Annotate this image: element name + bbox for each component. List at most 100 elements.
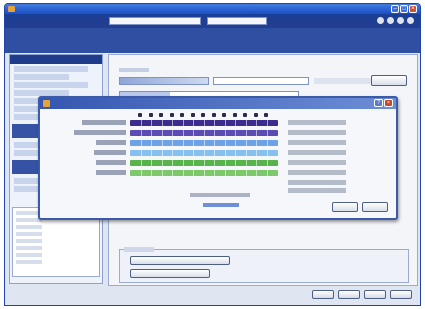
row-status [288, 130, 346, 135]
navbar-title [17, 18, 87, 24]
section-button-1[interactable] [130, 256, 230, 265]
bar-segment-divider [161, 140, 163, 146]
row-status [288, 140, 346, 145]
dialog-button-2[interactable] [362, 202, 388, 212]
target-input[interactable] [213, 77, 309, 85]
bar-segment-divider [193, 170, 194, 176]
list-item[interactable] [16, 232, 42, 236]
list-item[interactable] [16, 260, 42, 264]
bar-segment-divider [172, 130, 173, 136]
top-navbar [5, 14, 420, 28]
bar-segment-divider [151, 130, 152, 136]
bar-segment-divider [235, 160, 236, 166]
bar-segment-divider [245, 170, 247, 176]
dialog-controls: ? × [374, 99, 393, 107]
column-marker [180, 113, 184, 117]
bar-segment-divider [172, 160, 173, 166]
row-label-text [74, 130, 126, 135]
row-label-text [96, 140, 126, 145]
bar-segment-divider [182, 120, 184, 126]
list-item[interactable] [16, 239, 42, 243]
bar-segment-divider [224, 150, 226, 156]
bar-segment-divider [266, 120, 268, 126]
footer-button-4[interactable] [390, 290, 412, 299]
bar-segment-divider [151, 120, 152, 126]
footer-button-2[interactable] [338, 290, 360, 299]
bar-segment-divider [256, 130, 257, 136]
navbar-field-1[interactable] [109, 17, 201, 25]
bar-segment-divider [172, 170, 173, 176]
maximize-icon[interactable]: □ [400, 5, 408, 13]
column-markers [138, 113, 278, 117]
bar-segment-divider [203, 170, 205, 176]
bar-segment-divider [140, 170, 142, 176]
progress-bar [130, 130, 278, 136]
sidebar-item[interactable] [14, 82, 88, 88]
source-input[interactable] [119, 77, 209, 85]
bar-segment-divider [266, 170, 268, 176]
bar-segment-divider [224, 160, 226, 166]
dialog-link[interactable] [203, 203, 239, 207]
minimize-icon[interactable]: – [391, 5, 399, 13]
content-title [237, 60, 327, 66]
action-button[interactable] [371, 75, 407, 86]
bar-segment-divider [151, 160, 152, 166]
bar-segment-divider [172, 150, 173, 156]
bar-segment-divider [151, 150, 152, 156]
bar-segment-divider [203, 130, 205, 136]
bar-segment-divider [224, 140, 226, 146]
list-item[interactable] [16, 246, 42, 250]
option-checkbox[interactable] [314, 78, 374, 84]
row-status [288, 180, 346, 185]
nav-circle-icon-3[interactable] [397, 17, 404, 24]
window-title [19, 6, 79, 12]
footer-button-3[interactable] [364, 290, 386, 299]
progress-bar [130, 120, 278, 126]
bar-segment-divider [245, 140, 247, 146]
dialog-button-1[interactable] [332, 202, 358, 212]
footer-button-1[interactable] [312, 290, 334, 299]
help-icon[interactable]: ? [374, 99, 383, 107]
close-icon[interactable]: × [409, 5, 417, 13]
row-label-text [94, 150, 126, 155]
sidebar-item[interactable] [14, 74, 70, 80]
bar-segment-divider [140, 120, 142, 126]
bar-segment-divider [224, 170, 226, 176]
column-marker [232, 113, 237, 117]
bar-segment-divider [214, 160, 215, 166]
sidebar-header [10, 55, 102, 64]
column-marker [264, 113, 268, 117]
column-marker [159, 113, 163, 117]
bar-segment-divider [266, 130, 268, 136]
navbar-field-2[interactable] [207, 17, 267, 25]
bar-segment-divider [193, 160, 194, 166]
bar-segment-divider [256, 160, 257, 166]
window-controls: – □ × [391, 5, 417, 13]
close-icon[interactable]: × [384, 99, 393, 107]
list-item[interactable] [16, 253, 42, 257]
bar-segment-divider [245, 160, 247, 166]
window-titlebar[interactable]: – □ × [5, 4, 420, 14]
bar-segment-divider [140, 140, 142, 146]
dialog-footer-text [190, 193, 250, 197]
bar-segment-divider [151, 140, 152, 146]
nav-circle-icon-1[interactable] [377, 17, 384, 24]
row-label [40, 160, 126, 165]
dialog-titlebar[interactable]: ? × [40, 98, 396, 109]
bar-segment-divider [266, 140, 268, 146]
nav-circle-icon-4[interactable] [407, 17, 414, 24]
nav-circle-icon-2[interactable] [387, 17, 394, 24]
row-label [40, 140, 126, 145]
section-button-2[interactable] [130, 269, 210, 278]
bar-segment-divider [214, 140, 215, 146]
field-label [119, 68, 149, 72]
bar-segment-divider [245, 130, 247, 136]
row-label [40, 150, 126, 155]
bar-segment-divider [203, 120, 205, 126]
progress-dialog: ? × [38, 96, 398, 220]
app-icon [8, 6, 15, 12]
list-item[interactable] [16, 225, 42, 229]
sidebar-item[interactable] [14, 66, 88, 72]
bar-segment-divider [193, 150, 194, 156]
bar-segment-divider [203, 150, 205, 156]
